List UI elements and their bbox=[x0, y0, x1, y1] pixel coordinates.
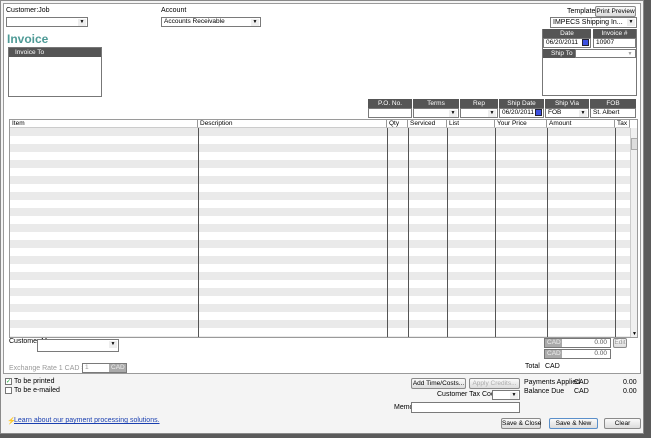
account-value: Accounts Receivable bbox=[164, 18, 225, 25]
to-be-emailed-label: To be e-mailed bbox=[14, 387, 60, 394]
column-divider bbox=[615, 128, 616, 337]
scroll-down-icon[interactable]: ▼ bbox=[632, 331, 637, 337]
ship-date-header: Ship Date bbox=[499, 99, 544, 108]
save-close-button[interactable]: Save & Close bbox=[501, 418, 541, 429]
column-header-amount[interactable]: Amount bbox=[547, 120, 615, 128]
customer-message-dropdown[interactable]: ▼ bbox=[37, 339, 119, 352]
ship-via-header: Ship Via bbox=[545, 99, 589, 108]
tax-value: 0.00 bbox=[594, 350, 607, 357]
payment-processing-link[interactable]: Learn about our payment processing solut… bbox=[14, 417, 160, 424]
subtotal-currency: CAD bbox=[545, 339, 562, 347]
ship-to-dropdown[interactable]: ▼ bbox=[575, 49, 636, 58]
add-time-costs-button[interactable]: Add Time/Costs... bbox=[411, 378, 466, 389]
column-header-serviced[interactable]: Serviced bbox=[408, 120, 447, 128]
template-value: IMPECS Shipping In... bbox=[553, 19, 623, 26]
subtotal-value: 0.00 bbox=[594, 339, 607, 346]
chevron-down-icon: ▼ bbox=[627, 19, 635, 26]
column-divider bbox=[495, 128, 496, 337]
account-label: Account bbox=[161, 7, 187, 14]
scrollbar-thumb[interactable] bbox=[631, 138, 637, 150]
po-header: P.O. No. bbox=[368, 99, 412, 108]
chevron-down-icon: ▼ bbox=[579, 110, 587, 117]
column-header-description[interactable]: Description bbox=[198, 120, 387, 128]
rep-dropdown[interactable]: ▼ bbox=[460, 108, 498, 118]
tax-currency: CAD bbox=[545, 350, 562, 358]
template-dropdown[interactable]: IMPECS Shipping In... ▼ bbox=[550, 17, 637, 28]
print-preview-button[interactable]: Print Preview bbox=[595, 6, 636, 17]
column-divider bbox=[387, 128, 388, 337]
customer-job-dropdown[interactable]: ▼ bbox=[6, 17, 88, 27]
chevron-down-icon: ▼ bbox=[109, 341, 117, 348]
date-value: 06/20/2011 bbox=[546, 39, 579, 46]
invoice-number-field[interactable]: 10907 bbox=[593, 38, 636, 48]
edit-button[interactable]: Edit bbox=[613, 338, 627, 348]
customer-job-label: Customer:Job bbox=[6, 7, 50, 14]
chevron-down-icon: ▼ bbox=[78, 19, 86, 26]
chevron-down-icon: ▼ bbox=[488, 110, 496, 117]
to-be-printed-label: To be printed bbox=[14, 378, 55, 385]
exchange-rate-value: 1 bbox=[85, 364, 89, 371]
calendar-icon[interactable] bbox=[582, 39, 589, 46]
page-title: Invoice bbox=[7, 32, 49, 46]
chevron-down-icon: ▼ bbox=[251, 19, 259, 26]
total-currency: CAD bbox=[545, 363, 560, 370]
tax-field: CAD 0.00 bbox=[544, 349, 611, 359]
customer-tax-code-dropdown[interactable]: ▼ bbox=[492, 390, 520, 400]
rep-header: Rep bbox=[460, 99, 498, 108]
fob-field[interactable]: St. Albert bbox=[590, 108, 636, 118]
payments-applied-value: 0.00 bbox=[623, 379, 637, 386]
date-header: Date bbox=[543, 29, 591, 38]
chevron-down-icon: ▼ bbox=[449, 110, 457, 117]
customer-tax-code-label: Customer Tax Code bbox=[437, 391, 499, 398]
ship-via-value: FOB bbox=[548, 109, 562, 116]
memo-field[interactable] bbox=[411, 402, 520, 413]
column-divider bbox=[447, 128, 448, 337]
terms-header: Terms bbox=[413, 99, 459, 108]
invoice-to-box[interactable]: Invoice To bbox=[8, 47, 102, 97]
invoice-number-header: Invoice # bbox=[593, 29, 636, 38]
to-be-emailed-checkbox[interactable] bbox=[5, 387, 12, 394]
total-label: Total bbox=[525, 363, 540, 370]
column-divider bbox=[408, 128, 409, 337]
column-header-qty[interactable]: Qty bbox=[387, 120, 408, 128]
invoice-form: Customer:Job ▼ Account Accounts Receivab… bbox=[3, 3, 641, 374]
template-label: Template bbox=[567, 8, 596, 15]
column-header-your-price[interactable]: Your Price bbox=[495, 120, 547, 128]
table-scrollbar[interactable]: ▼ bbox=[630, 128, 637, 337]
column-divider bbox=[547, 128, 548, 337]
fob-header: FOB bbox=[590, 99, 636, 108]
balance-due-currency: CAD bbox=[574, 388, 589, 395]
column-header-list[interactable]: List bbox=[447, 120, 495, 128]
to-be-printed-checkbox[interactable]: ✓ bbox=[5, 378, 12, 385]
line-items-table[interactable]: Item Description Qty Serviced List Your … bbox=[9, 119, 638, 338]
payments-applied-label: Payments Applied bbox=[524, 379, 581, 386]
terms-dropdown[interactable]: ▼ bbox=[413, 108, 459, 118]
invoice-window: Customer:Job ▼ Account Accounts Receivab… bbox=[0, 0, 644, 434]
save-new-button[interactable]: Save & New bbox=[549, 418, 598, 429]
column-divider bbox=[198, 128, 199, 337]
apply-credits-button[interactable]: Apply Credits... bbox=[469, 378, 520, 389]
calendar-icon[interactable] bbox=[535, 109, 542, 116]
exchange-rate-label: Exchange Rate 1 CAD = bbox=[9, 365, 86, 372]
chevron-down-icon: ▼ bbox=[510, 392, 518, 399]
exchange-rate-field[interactable]: 1 CAD bbox=[82, 363, 127, 373]
account-dropdown[interactable]: Accounts Receivable ▼ bbox=[161, 17, 261, 27]
exchange-currency: CAD bbox=[109, 364, 126, 372]
po-field[interactable] bbox=[368, 108, 412, 118]
payments-applied-currency: CAD bbox=[574, 379, 589, 386]
balance-due-label: Balance Due bbox=[524, 388, 565, 395]
subtotal-field: CAD 0.00 bbox=[544, 338, 611, 348]
column-header-item[interactable]: Item bbox=[10, 120, 198, 128]
invoice-to-header: Invoice To bbox=[9, 48, 101, 57]
balance-due-value: 0.00 bbox=[623, 388, 637, 395]
chevron-down-icon: ▼ bbox=[626, 51, 634, 57]
ship-to-label: Ship To bbox=[551, 50, 573, 57]
clear-button[interactable]: Clear bbox=[604, 418, 641, 429]
column-header-tax[interactable]: Tax bbox=[615, 120, 630, 128]
ship-via-dropdown[interactable]: FOB ▼ bbox=[545, 108, 589, 118]
